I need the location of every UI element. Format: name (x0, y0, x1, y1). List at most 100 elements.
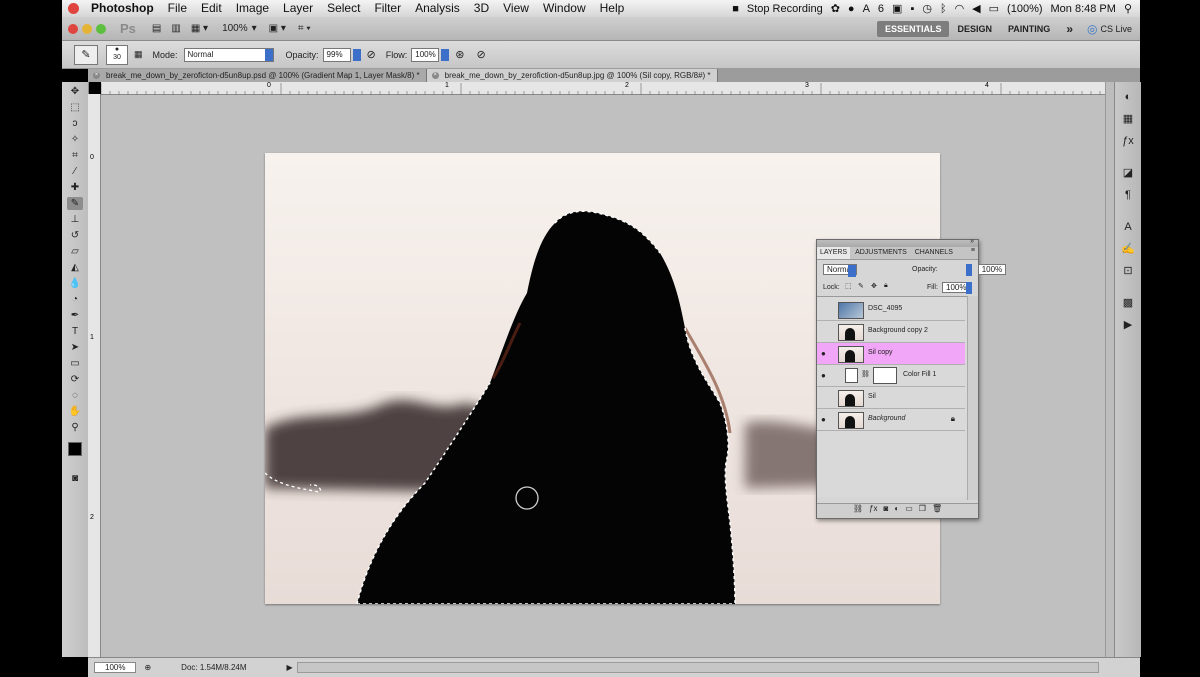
menu-file[interactable]: File (161, 0, 194, 17)
tab-layers[interactable]: LAYERS (817, 247, 851, 259)
flow-dropdown-icon[interactable] (441, 48, 450, 61)
visibility-toggle[interactable] (821, 306, 831, 313)
zoom-dropdown-icon[interactable]: ▾ (252, 23, 257, 34)
link-icon[interactable]: ⛓ (861, 370, 870, 378)
styles-panel-icon[interactable]: ƒx (1121, 134, 1135, 148)
hand-tool-icon[interactable]: ✋ (67, 405, 83, 418)
mode-select[interactable]: Normal (183, 47, 274, 62)
eraser-tool-icon[interactable]: ▱ (67, 245, 83, 258)
brush-panel-icon[interactable]: ✍ (1121, 242, 1135, 256)
layer-name[interactable]: Background (868, 415, 905, 422)
new-adjustment-icon[interactable]: ◐ (894, 504, 899, 518)
layer-row[interactable]: ● Background 🔒︎ (817, 409, 965, 431)
layer-name[interactable]: Sil copy (868, 349, 893, 356)
3d-rotate-tool-icon[interactable]: ⟳ (67, 373, 83, 386)
more-workspaces-icon[interactable]: » (1058, 19, 1081, 39)
arrange-documents-icon[interactable]: ▣ ▾ (269, 23, 286, 34)
opacity-input[interactable]: 99% (322, 47, 351, 62)
paragraph-panel-icon[interactable]: ¶ (1121, 188, 1135, 202)
tab-psd-document[interactable]: × break_me_down_by_zeroficton-d5un8up.psd… (88, 69, 427, 82)
menu-analysis[interactable]: Analysis (408, 0, 467, 17)
calendar-icon[interactable]: ▣ (892, 2, 902, 15)
character-panel-icon[interactable]: A (1121, 220, 1135, 234)
stop-recording-label[interactable]: Stop Recording (747, 3, 823, 15)
brush-preset-picker[interactable]: ● 30 (106, 44, 128, 65)
clock[interactable]: Mon 8:48 PM (1051, 3, 1116, 15)
paint-bucket-tool-icon[interactable]: ◭ (67, 261, 83, 274)
layer-row[interactable]: Background copy 2 (817, 321, 965, 343)
crop-tool-icon[interactable]: ⌗ (67, 149, 83, 162)
bluetooth-icon[interactable]: ᛒ (940, 3, 947, 15)
visibility-toggle[interactable] (821, 394, 831, 401)
lock-position-icon[interactable]: ✥ (871, 282, 877, 290)
menu-3d[interactable]: 3D (467, 0, 496, 17)
shape-tool-icon[interactable]: ▭ (67, 357, 83, 370)
workspace-design[interactable]: DESIGN (949, 21, 1000, 37)
tab-jpg-document[interactable]: × break_me_down_by_zerofiction-d5un8up.jp… (426, 69, 718, 82)
brush-panel-icon[interactable]: ▦ (134, 49, 143, 60)
eyedropper-tool-icon[interactable]: ⁄ (67, 165, 83, 178)
close-tab-icon[interactable]: × (431, 72, 439, 79)
link-layers-icon[interactable]: ⛓ (853, 504, 863, 518)
adjustments-panel-icon[interactable]: ◪ (1121, 166, 1135, 180)
layers-scrollbar[interactable] (967, 296, 978, 500)
size-pressure-icon[interactable]: ⊘ (477, 48, 486, 61)
tab-channels[interactable]: CHANNELS (912, 247, 956, 259)
horizontal-scrollbar[interactable] (296, 662, 1099, 673)
sync-icon[interactable]: ✿ (831, 2, 840, 15)
move-tool-icon[interactable]: ✥ (67, 85, 83, 98)
menu-help[interactable]: Help (593, 0, 632, 17)
eye-icon[interactable]: ● (821, 372, 831, 380)
ai-icon[interactable]: A (863, 3, 870, 15)
history-brush-tool-icon[interactable]: ↺ (67, 229, 83, 242)
lock-image-icon[interactable]: ✎ (858, 282, 864, 290)
zoom-tool-icon[interactable]: ⚲ (67, 421, 83, 434)
eye-icon[interactable]: ● (821, 416, 831, 424)
apple-icon[interactable] (68, 3, 79, 14)
histogram-panel-icon[interactable]: ▩ (1121, 296, 1135, 310)
add-mask-icon[interactable]: ◙ (884, 504, 889, 518)
menu-edit[interactable]: Edit (194, 0, 229, 17)
mini-bridge-icon[interactable]: ▥ (171, 23, 180, 34)
eye-icon[interactable]: ● (821, 350, 831, 358)
tool-preset-icon[interactable]: ✎ (74, 44, 98, 65)
layer-row[interactable]: DSC_4095 (817, 299, 965, 321)
zoom-level[interactable]: 100% (222, 23, 248, 34)
blur-tool-icon[interactable]: 💧 (67, 277, 83, 290)
layer-name[interactable]: Background copy 2 (868, 327, 928, 334)
new-group-icon[interactable]: ▭ (905, 504, 913, 518)
fill-dropdown-icon[interactable] (966, 282, 972, 294)
layer-style-icon[interactable]: ƒx (869, 504, 877, 518)
minimize-window-icon[interactable] (82, 23, 92, 34)
menu-view[interactable]: View (496, 0, 536, 17)
type-tool-icon[interactable]: T (67, 325, 83, 338)
record-icon[interactable]: ■ (732, 3, 739, 15)
transform-panel-icon[interactable]: ⊡ (1121, 264, 1135, 278)
collapse-panel-icon[interactable]: » (970, 238, 974, 245)
opacity-pressure-icon[interactable]: ⊘ (367, 48, 376, 61)
lasso-tool-icon[interactable]: ↄ (67, 117, 83, 130)
spotlight-icon[interactable]: ⚲ (1124, 2, 1132, 15)
new-layer-icon[interactable]: ❐ (919, 504, 926, 518)
layer-row[interactable]: Sil (817, 387, 965, 409)
opacity-dropdown-icon[interactable] (966, 264, 972, 276)
layer-name[interactable]: Sil (868, 393, 876, 400)
pen-tool-icon[interactable]: ✒ (67, 309, 83, 322)
adobe-icon[interactable]: ● (848, 3, 855, 15)
close-tab-icon[interactable]: × (93, 72, 100, 79)
color-panel-icon[interactable]: ◐ (1121, 90, 1135, 104)
workspace-essentials[interactable]: ESSENTIALS (876, 20, 950, 37)
wifi-icon[interactable]: ◠ (955, 2, 965, 15)
quick-selection-tool-icon[interactable]: ✧ (67, 133, 83, 146)
bridge-icon[interactable]: ▤ (152, 23, 161, 34)
dodge-tool-icon[interactable]: ◔ (67, 293, 83, 306)
status-options-icon[interactable]: ⊕ (144, 663, 151, 672)
lock-all-icon[interactable]: 🔒︎ (884, 282, 888, 290)
cs-live-icon[interactable]: ◎ (1087, 22, 1097, 36)
panel-menu-icon[interactable]: ≡ (971, 247, 975, 254)
menu-window[interactable]: Window (536, 0, 593, 17)
menu-filter[interactable]: Filter (367, 0, 408, 17)
panel-title-bar[interactable]: » (817, 238, 978, 247)
view-extras-icon[interactable]: ▦ ▾ (191, 23, 208, 34)
actions-panel-icon[interactable]: ▶ (1121, 318, 1135, 332)
